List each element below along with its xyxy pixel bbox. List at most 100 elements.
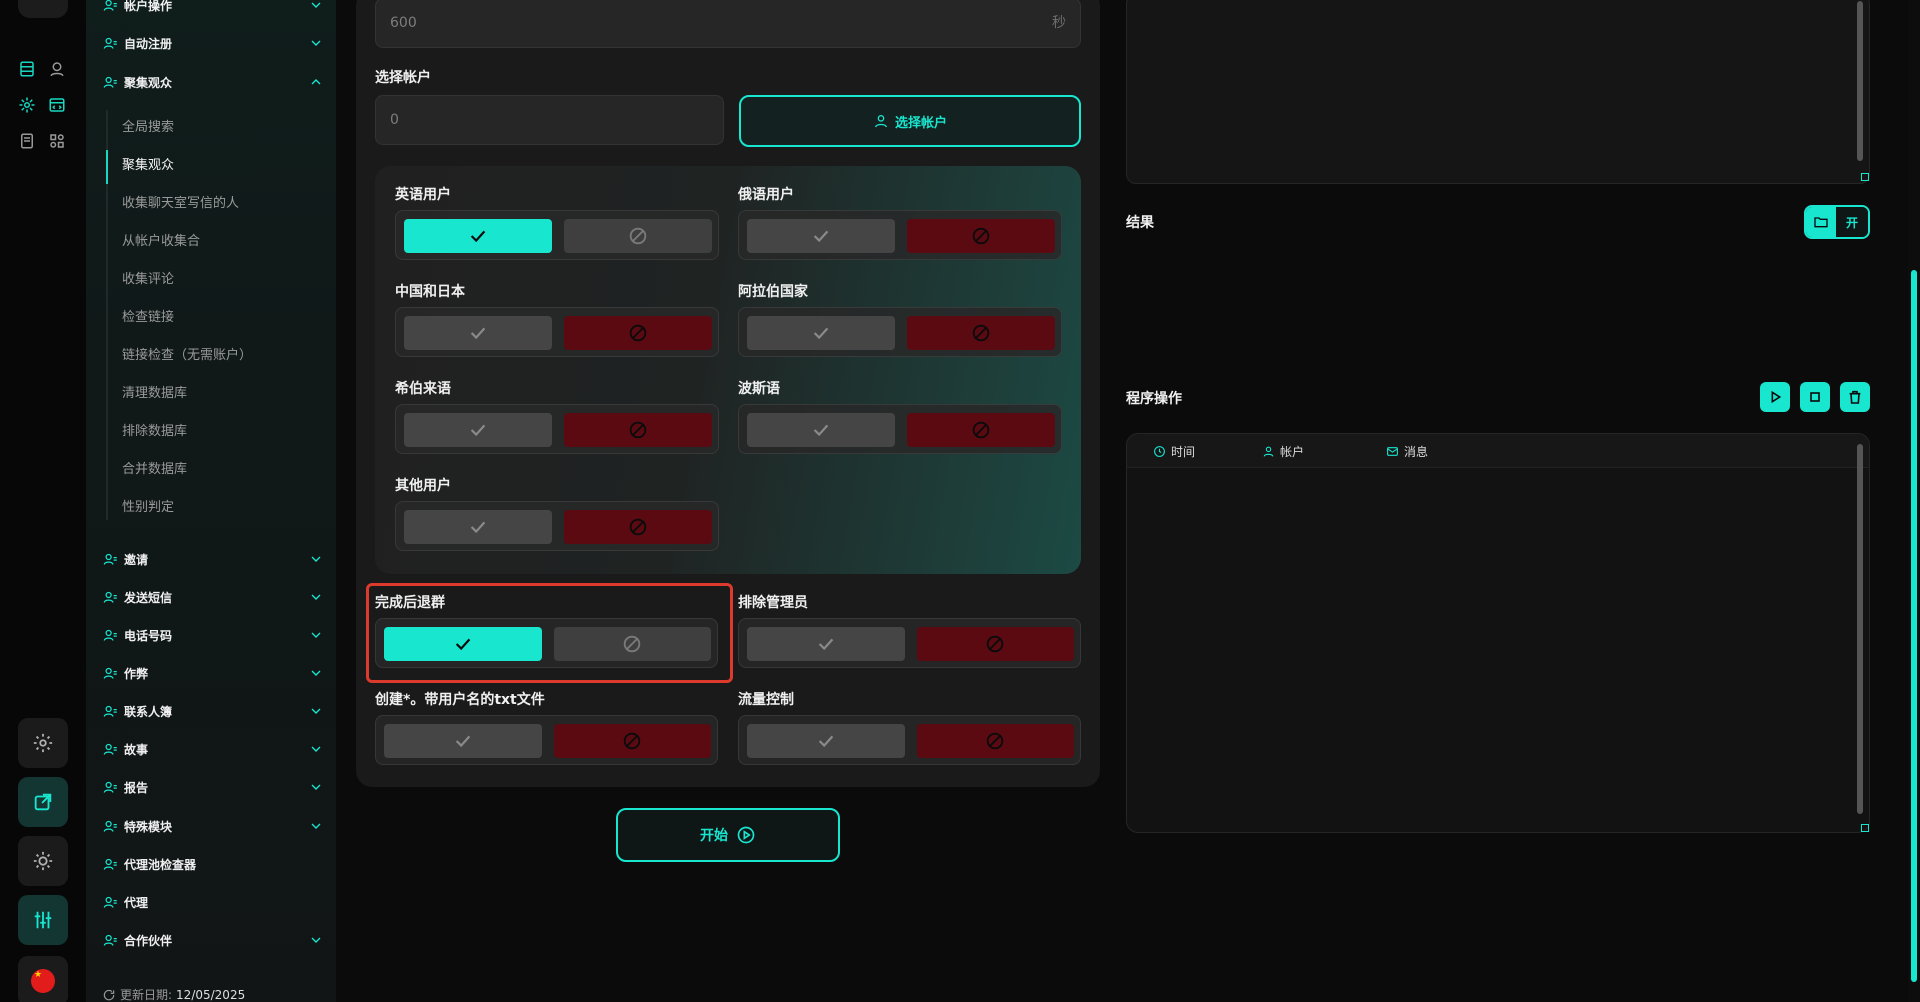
sidebar-section-8[interactable]: 故事 bbox=[102, 738, 324, 760]
sun-icon bbox=[33, 851, 53, 871]
settings-icon[interactable] bbox=[16, 94, 38, 116]
start-button-label: 开始 bbox=[700, 828, 728, 844]
rail-settings-button[interactable] bbox=[18, 718, 68, 768]
log-resize-handle[interactable] bbox=[1861, 824, 1869, 832]
delay-input[interactable]: 600 秒 bbox=[375, 0, 1081, 48]
clear-log-button[interactable] bbox=[1840, 382, 1870, 412]
chevron-down-icon[interactable] bbox=[308, 818, 324, 834]
sidebar-section-2[interactable]: 聚集观众 bbox=[102, 71, 324, 93]
lang-5-yes-button[interactable] bbox=[747, 413, 895, 447]
sidebar-section-5[interactable]: 电话号码 bbox=[102, 624, 324, 646]
resize-handle[interactable] bbox=[1861, 173, 1869, 181]
lang-3-no-button[interactable] bbox=[907, 316, 1055, 350]
sidebar-subitem[interactable]: 收集评论 bbox=[122, 269, 174, 291]
sidebar-subitem[interactable]: 合并数据库 bbox=[122, 459, 187, 481]
chevron-down-icon[interactable] bbox=[308, 665, 324, 681]
lang-2-yes-button[interactable] bbox=[404, 316, 552, 350]
sidebar-section-7[interactable]: 联系人簿 bbox=[102, 700, 324, 722]
option-1-yes-button[interactable] bbox=[747, 627, 905, 661]
lang-0-yes-button[interactable] bbox=[404, 219, 552, 253]
sidebar-section-6[interactable]: 作弊 bbox=[102, 662, 324, 684]
chevron-down-icon[interactable] bbox=[308, 779, 324, 795]
rail-top-button[interactable] bbox=[18, 0, 68, 18]
sidebar-section-3[interactable]: 邀请 bbox=[102, 548, 324, 570]
rail-external-button[interactable] bbox=[18, 777, 68, 827]
apps-icon[interactable] bbox=[46, 130, 68, 152]
folder-button[interactable] bbox=[1806, 207, 1836, 237]
database-icon[interactable] bbox=[16, 58, 38, 80]
sidebar-section-label: 代理池检查器 bbox=[124, 857, 197, 872]
accounts-textarea[interactable] bbox=[1126, 0, 1870, 184]
chevron-down-icon[interactable] bbox=[308, 932, 324, 948]
check-icon bbox=[470, 424, 486, 437]
users-list-icon bbox=[102, 74, 118, 90]
lang-4-yes-button[interactable] bbox=[404, 413, 552, 447]
chevron-down-icon[interactable] bbox=[308, 627, 324, 643]
sidebar-section-label: 聚集观众 bbox=[124, 75, 173, 90]
sidebar-subitem[interactable]: 聚集观众 bbox=[122, 155, 174, 177]
chevron-down-icon[interactable] bbox=[308, 35, 324, 51]
textarea-scrollbar[interactable] bbox=[1857, 1, 1863, 161]
play-button[interactable] bbox=[1760, 382, 1790, 412]
sidebar-subitem[interactable]: 检查链接 bbox=[122, 307, 174, 329]
rail-theme-button[interactable] bbox=[18, 836, 68, 886]
gauge-icon bbox=[102, 856, 118, 872]
select-account-button[interactable]: 选择帐户 bbox=[739, 95, 1081, 147]
trash-icon bbox=[1849, 390, 1861, 404]
open-result-button[interactable]: 开 bbox=[1804, 205, 1870, 239]
option-2-no-button[interactable] bbox=[553, 724, 711, 758]
lang-5-no-button[interactable] bbox=[907, 413, 1055, 447]
sidebar-section-4[interactable]: 发送短信 bbox=[102, 586, 324, 608]
page-scrollbar-thumb[interactable] bbox=[1911, 270, 1917, 982]
sidebar-section-label: 报告 bbox=[124, 780, 149, 795]
rail-language-button[interactable] bbox=[18, 956, 68, 1002]
log-scrollbar[interactable] bbox=[1857, 444, 1863, 814]
account-count-input[interactable]: 0 bbox=[375, 95, 724, 145]
lang-3-yes-button[interactable] bbox=[747, 316, 895, 350]
chevron-down-icon[interactable] bbox=[308, 741, 324, 757]
option-3-no-button[interactable] bbox=[916, 724, 1074, 758]
option-3-yes-button[interactable] bbox=[747, 724, 905, 758]
sidebar-subitem[interactable]: 收集聊天室写信的人 bbox=[122, 193, 239, 215]
chevron-down-icon[interactable] bbox=[308, 589, 324, 605]
sidebar-section-1[interactable]: 自动注册 bbox=[102, 32, 324, 54]
sidebar-subitem[interactable]: 性别判定 bbox=[122, 497, 174, 519]
sidebar-section-12[interactable]: 代理 bbox=[102, 891, 324, 913]
sidebar-subitem[interactable]: 排除数据库 bbox=[122, 421, 187, 443]
start-button[interactable]: 开始 bbox=[616, 808, 840, 862]
lang-1-no-button[interactable] bbox=[907, 219, 1055, 253]
sidebar-section-10[interactable]: 特殊模块 bbox=[102, 815, 324, 837]
sidebar-section-0[interactable]: 帐户操作 bbox=[102, 0, 324, 16]
rail-equalizer-button[interactable] bbox=[18, 895, 68, 945]
sidebar-section-9[interactable]: 报告 bbox=[102, 776, 324, 798]
chevron-up-icon[interactable] bbox=[308, 74, 324, 90]
sidebar-section-13[interactable]: 合作伙伴 bbox=[102, 929, 324, 951]
location-user-icon[interactable] bbox=[46, 58, 68, 80]
sidebar-subitem[interactable]: 链接检查（无需账户） bbox=[122, 345, 252, 367]
option-1-no-button[interactable] bbox=[916, 627, 1074, 661]
sidebar-subitem[interactable]: 清理数据库 bbox=[122, 383, 187, 405]
play-icon bbox=[1771, 390, 1782, 404]
document-icon[interactable] bbox=[16, 130, 38, 152]
lang-6-no-button[interactable] bbox=[564, 510, 712, 544]
chevron-down-icon[interactable] bbox=[308, 0, 324, 13]
page-scrollbar[interactable] bbox=[1908, 0, 1920, 1002]
lang-1-toggle bbox=[738, 210, 1062, 260]
lang-1-yes-button[interactable] bbox=[747, 219, 895, 253]
browser-code-icon[interactable] bbox=[46, 94, 68, 116]
account-count-value: 0 bbox=[390, 112, 399, 128]
lang-2-no-button[interactable] bbox=[564, 316, 712, 350]
sidebar-subitem[interactable]: 从帐户收集合 bbox=[122, 231, 200, 253]
sidebar-section-11[interactable]: 代理池检查器 bbox=[102, 853, 324, 875]
submenu-active-marker bbox=[106, 150, 108, 184]
chevron-down-icon[interactable] bbox=[308, 703, 324, 719]
stop-button[interactable] bbox=[1800, 382, 1830, 412]
highlight-box bbox=[366, 583, 733, 683]
option-2-yes-button[interactable] bbox=[384, 724, 542, 758]
lang-4-no-button[interactable] bbox=[564, 413, 712, 447]
chevron-down-icon[interactable] bbox=[308, 551, 324, 567]
sidebar-subitem[interactable]: 全局搜索 bbox=[122, 117, 174, 139]
user-icon bbox=[1263, 446, 1274, 457]
lang-0-no-button[interactable] bbox=[564, 219, 712, 253]
lang-6-yes-button[interactable] bbox=[404, 510, 552, 544]
